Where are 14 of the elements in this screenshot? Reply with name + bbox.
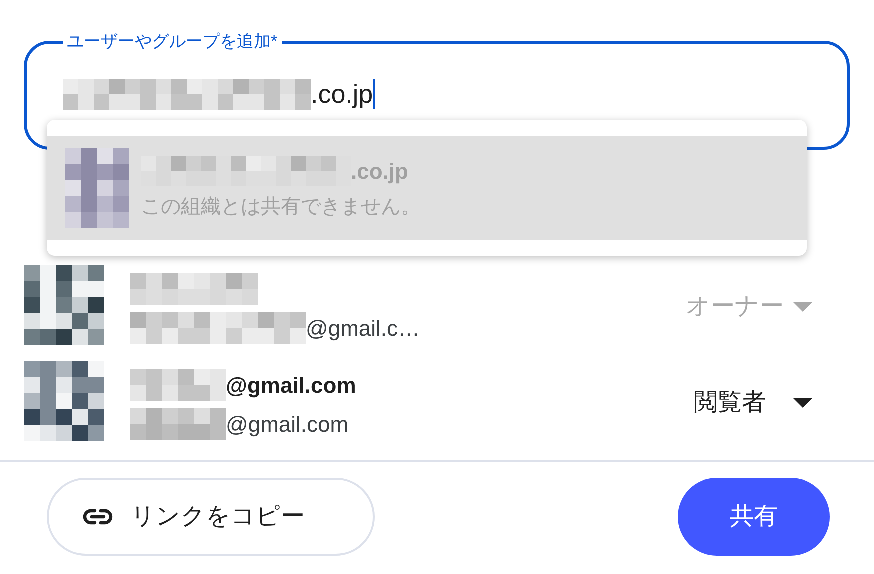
caret-icon <box>792 397 814 409</box>
suggestion-email: .co.jp <box>351 158 408 186</box>
field-label: ユーザーやグループを追加* <box>66 32 279 52</box>
caret-icon <box>792 301 814 313</box>
suggestion-note: この組織とは共有できません。 <box>141 194 421 220</box>
person-email: @gmail.com <box>226 410 349 439</box>
field-value: .co.jp <box>311 78 374 110</box>
copy-link-button[interactable]: リンクをコピー <box>47 478 375 556</box>
text-cursor <box>373 79 376 109</box>
role-dropdown[interactable]: 閲覧者 <box>694 385 814 421</box>
share-button[interactable]: 共有 <box>678 478 830 556</box>
person-email: @gmail.c… <box>306 314 420 343</box>
person-name: @gmail.com <box>226 372 356 400</box>
link-icon <box>83 509 113 525</box>
